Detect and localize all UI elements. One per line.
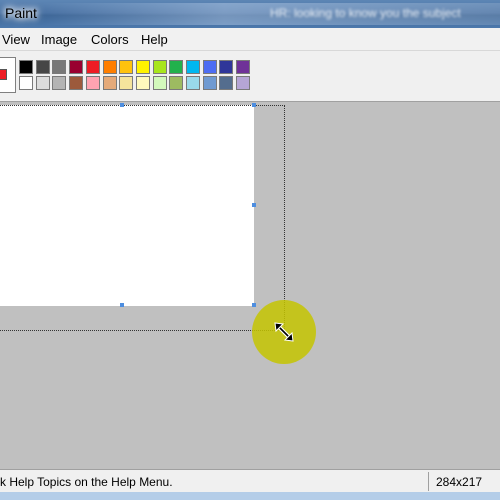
color-swatch[interactable]: [52, 76, 67, 90]
status-bar: k Help Topics on the Help Menu. 284x217: [0, 469, 500, 493]
status-divider: [428, 472, 429, 491]
color-swatch[interactable]: [102, 76, 117, 90]
canvas-size-readout: 284x217: [436, 475, 483, 489]
color-swatch[interactable]: [236, 60, 251, 74]
canvas-handle-bottom-right[interactable]: [252, 303, 256, 307]
color-swatch[interactable]: [52, 60, 67, 74]
menu-colors[interactable]: Colors: [91, 32, 129, 47]
color-swatch[interactable]: [119, 60, 134, 74]
color-swatch[interactable]: [85, 60, 100, 74]
color-palette: [0, 51, 500, 102]
color-swatch[interactable]: [135, 76, 150, 90]
menu-bar: View Image Colors Help: [0, 28, 500, 51]
drawing-canvas[interactable]: [0, 105, 254, 306]
color-swatch[interactable]: [202, 60, 217, 74]
color-swatch[interactable]: [102, 60, 117, 74]
drawing-workspace: [0, 102, 500, 469]
color-swatch[interactable]: [236, 76, 251, 90]
color-swatch[interactable]: [219, 76, 234, 90]
color-swatch[interactable]: [186, 60, 200, 74]
window-bottom-edge: [0, 492, 500, 500]
canvas-handle-bottom[interactable]: [120, 303, 124, 307]
color-swatch[interactable]: [186, 76, 200, 90]
menu-image[interactable]: Image: [41, 32, 77, 47]
diagonal-resize-cursor-icon: [274, 322, 294, 342]
color-swatch[interactable]: [35, 76, 50, 90]
foreground-color-swatch: [0, 69, 7, 80]
color-swatch[interactable]: [202, 76, 217, 90]
canvas-handle-right[interactable]: [252, 203, 256, 207]
color-swatch[interactable]: [135, 60, 150, 74]
window-title: Paint: [5, 5, 37, 21]
color-swatch[interactable]: [69, 60, 84, 74]
title-bar-blurred-text: HR: looking to know you the subject: [270, 6, 461, 20]
color-swatch[interactable]: [169, 60, 184, 74]
status-help-text: k Help Topics on the Help Menu.: [0, 475, 173, 489]
current-colors-box[interactable]: [0, 57, 16, 93]
color-swatch[interactable]: [219, 60, 234, 74]
color-swatch[interactable]: [35, 60, 50, 74]
canvas-handle-top[interactable]: [120, 103, 124, 107]
color-swatch[interactable]: [85, 76, 100, 90]
menu-view[interactable]: View: [2, 32, 30, 47]
color-swatch[interactable]: [19, 76, 33, 90]
color-swatch[interactable]: [169, 76, 184, 90]
color-swatch[interactable]: [152, 60, 167, 74]
color-swatch[interactable]: [19, 60, 33, 74]
color-swatch[interactable]: [69, 76, 84, 90]
color-swatch[interactable]: [152, 76, 167, 90]
title-bar: Paint HR: looking to know you the subjec…: [0, 0, 500, 28]
canvas-handle-top-right[interactable]: [252, 103, 256, 107]
color-swatch[interactable]: [119, 76, 134, 90]
menu-help[interactable]: Help: [141, 32, 168, 47]
